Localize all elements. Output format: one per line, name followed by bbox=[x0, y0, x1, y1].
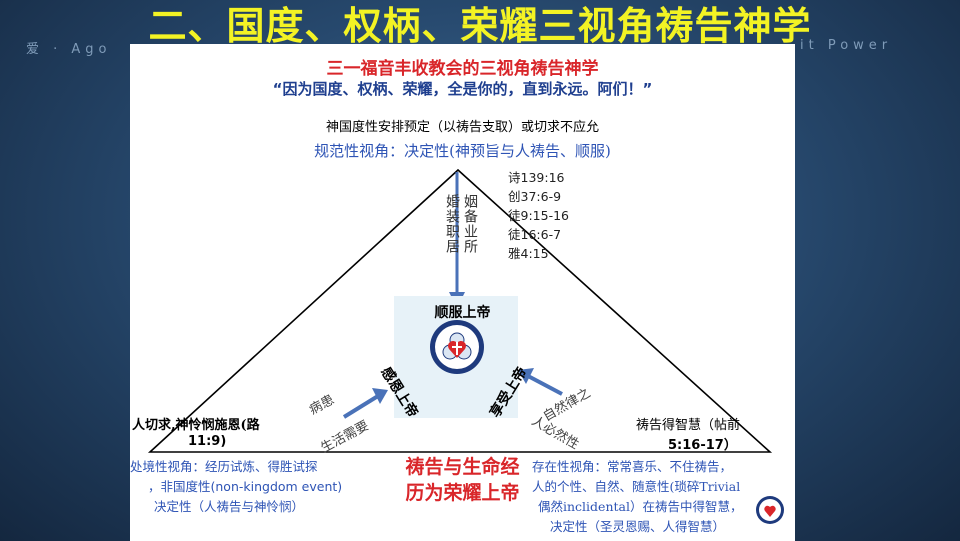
top-vertical-labels-col2: 姻备业所 bbox=[462, 194, 478, 254]
reference-item: 雅4:15 bbox=[508, 246, 549, 261]
reference-item: 诗139:16 bbox=[508, 170, 565, 185]
reference-item: 徒9:15-16 bbox=[508, 208, 569, 223]
left-corner-ref: 11:9) bbox=[188, 434, 227, 449]
reference-item: 徒16:6-7 bbox=[508, 227, 562, 242]
right-corner-ref: 5:16-17） bbox=[668, 438, 737, 453]
right-arrow-shaft bbox=[527, 374, 563, 396]
background-text-left: 爱 · Ago bbox=[26, 42, 112, 57]
right-corner-title: 祷告得智慧（帖前 bbox=[636, 418, 741, 433]
diagram-panel: 三一福音丰收教会的三视角祷告神学 “因为国度、权柄、荣耀，全是你的，直到永远。阿… bbox=[130, 44, 795, 541]
lords-prayer-verse: “因为国度、权柄、荣耀，全是你的，直到永远。阿们！” bbox=[272, 80, 653, 98]
existential-line-2: 人的个性、自然、随意性(琐碎Trivial bbox=[532, 479, 741, 494]
existential-line-3: 偶然inclidental）在祷告中得智慧， bbox=[538, 499, 743, 514]
church-logo-icon bbox=[435, 325, 479, 369]
normative-perspective: 规范性视角：决定性(神预旨与人祷告、顺服) bbox=[314, 142, 611, 160]
background-text-right: it Power bbox=[800, 38, 893, 53]
left-arrow-shaft bbox=[342, 394, 380, 419]
corner-logo bbox=[756, 496, 784, 524]
existential-line-4: 决定性（圣灵恩赐、人得智慧） bbox=[550, 519, 726, 534]
corner-logo-icon bbox=[759, 499, 781, 521]
obey-god-label: 顺服上帝 bbox=[434, 305, 491, 321]
left-corner-title: 人切求,神怜悯施恩(路 bbox=[132, 418, 260, 433]
existential-line-1: 存在性视角：常常喜乐、不住祷告， bbox=[532, 459, 733, 474]
top-vertical-labels-col1: 婚装职居 bbox=[444, 194, 460, 254]
reference-item: 创37:6-9 bbox=[508, 189, 562, 204]
scripture-references: 诗139:16 创37:6-9 徒9:15-16 徒16:6-7 雅4:15 bbox=[508, 168, 598, 263]
church-logo bbox=[430, 320, 484, 374]
kingdom-line: 神国度性安排预定（以祷告支取）或切求不应允 bbox=[325, 120, 599, 135]
church-title: 三一福音丰收教会的三视角祷告神学 bbox=[326, 59, 599, 79]
